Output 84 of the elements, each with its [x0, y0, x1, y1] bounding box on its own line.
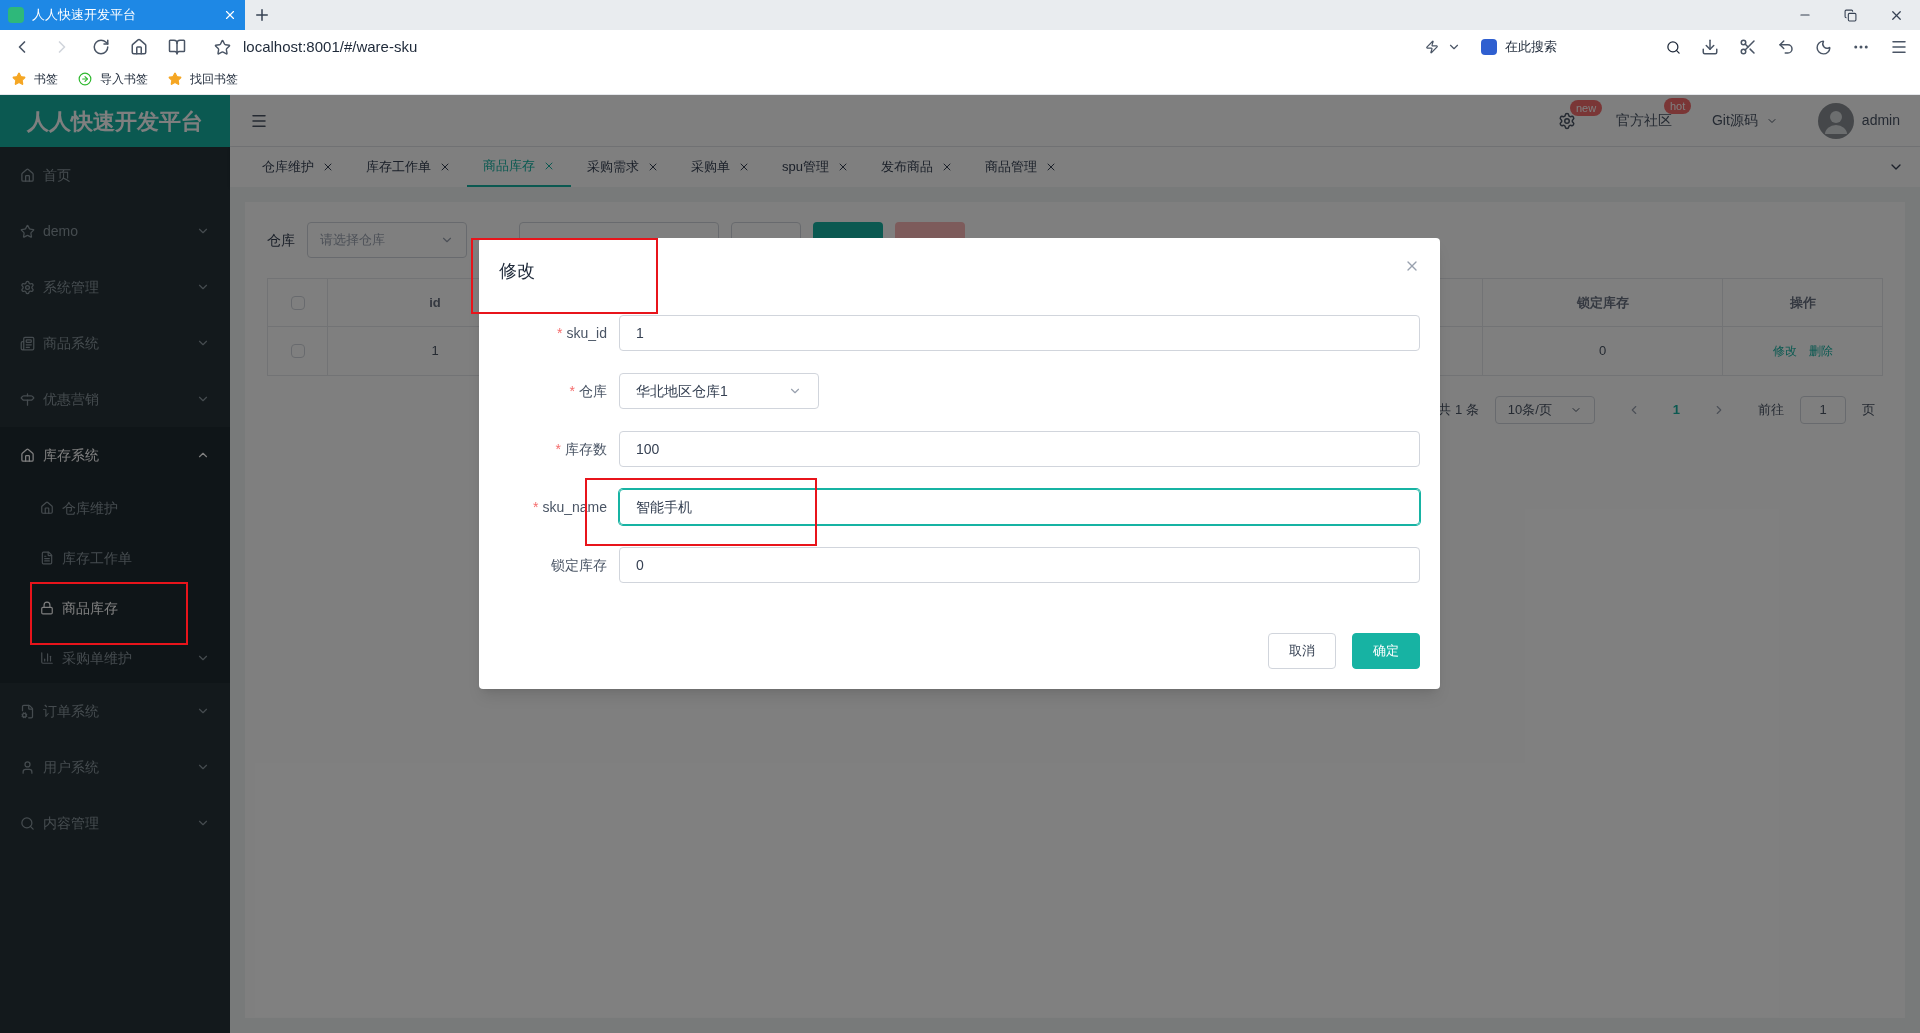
- document-icon: [40, 551, 54, 565]
- moon-icon[interactable]: [1815, 38, 1832, 56]
- menu-icon[interactable]: [1890, 38, 1908, 56]
- submenu-item[interactable]: 商品库存: [0, 583, 230, 633]
- page-tab[interactable]: 商品管理: [968, 147, 1073, 187]
- table-cell-text: 0: [1598, 342, 1607, 361]
- page-tab[interactable]: spu管理: [766, 147, 865, 187]
- download-icon[interactable]: [1701, 38, 1719, 56]
- field-label: 仓库: [267, 230, 295, 250]
- search-icon[interactable]: [1666, 39, 1681, 55]
- field-label: * sku_id: [557, 323, 607, 343]
- page-input[interactable]: 1: [1800, 396, 1846, 424]
- page-suffix: 页: [1862, 401, 1875, 420]
- confirm-button[interactable]: 确定: [1352, 633, 1420, 669]
- cancel-button[interactable]: 取消: [1268, 633, 1336, 669]
- close-icon[interactable]: [322, 161, 334, 173]
- dialog-title: 修改: [499, 260, 535, 283]
- column-header: 操作: [1789, 293, 1816, 312]
- git-source-menu[interactable]: Git源码: [1711, 110, 1778, 131]
- lock-icon: [40, 601, 54, 615]
- goto-label: 前往: [1758, 401, 1784, 420]
- home-icon: [40, 501, 54, 515]
- close-icon[interactable]: [439, 161, 451, 173]
- search-field[interactable]: 在此搜索: [1481, 37, 1681, 57]
- bookmark-link[interactable]: 找回书签: [190, 70, 238, 88]
- field-label: 锁定库存: [551, 555, 607, 575]
- row-action-link[interactable]: 删除: [1808, 342, 1833, 360]
- page-tab[interactable]: 发布商品: [864, 147, 969, 187]
- input-field[interactable]: 100: [619, 431, 1420, 467]
- newspaper-icon: [20, 335, 35, 351]
- page-number[interactable]: 1: [1656, 400, 1696, 420]
- field-label: * 仓库: [569, 381, 607, 401]
- home-icon: [20, 447, 35, 463]
- row-action-link[interactable]: 修改: [1772, 342, 1797, 360]
- bookmark-link[interactable]: 导入书签: [100, 70, 148, 88]
- address-field[interactable]: localhost:8001/#/ware-sku: [243, 35, 1405, 59]
- hot-badge: hot: [1663, 98, 1692, 114]
- close-icon[interactable]: [738, 161, 750, 173]
- undo-icon[interactable]: [1777, 38, 1795, 56]
- page-tab[interactable]: 采购需求: [571, 147, 675, 187]
- input-field[interactable]: 1: [619, 315, 1420, 351]
- user-icon: [20, 759, 35, 775]
- column-header: 锁定库存: [1576, 293, 1629, 312]
- bar-chart-icon: [40, 651, 54, 665]
- browser-tab[interactable]: 人人快速开发平台: [0, 0, 245, 30]
- arrow-circle-icon: [78, 72, 92, 86]
- new-tab-icon[interactable]: [253, 6, 271, 24]
- reload-icon[interactable]: [92, 38, 110, 56]
- home-icon: [20, 167, 35, 183]
- scissors-icon[interactable]: [1739, 38, 1757, 56]
- warehouse-select[interactable]: 华北地区仓库1: [619, 373, 819, 409]
- paw-icon: [1481, 39, 1497, 55]
- input-field[interactable]: 0: [619, 547, 1420, 583]
- column-header: id: [429, 293, 441, 312]
- file-gear-icon: [20, 703, 35, 719]
- star-icon: [168, 72, 182, 86]
- lightning-icon[interactable]: [1425, 40, 1439, 54]
- page-size-select[interactable]: 10条/页: [1494, 396, 1595, 424]
- restore-icon[interactable]: [1844, 8, 1857, 22]
- input-field[interactable]: 智能手机: [619, 489, 1420, 525]
- field-label: * 库存数: [555, 439, 607, 459]
- new-badge: new: [1569, 99, 1603, 116]
- bookmark-link[interactable]: 书签: [34, 70, 58, 88]
- menu-item[interactable]: 库存系统: [0, 427, 230, 483]
- table-cell-text: 1: [431, 342, 439, 361]
- home-icon[interactable]: [130, 38, 148, 56]
- star-icon: [12, 72, 26, 86]
- site-logo-icon: [8, 7, 24, 23]
- page-tab[interactable]: 库存工作单: [350, 147, 467, 187]
- close-icon[interactable]: [647, 161, 659, 173]
- search-icon: [20, 815, 35, 831]
- gear-icon[interactable]: [1557, 111, 1576, 130]
- app-logo: 人人快速开发平台: [27, 107, 203, 136]
- signpost-icon: [20, 391, 35, 407]
- avatar[interactable]: [1817, 102, 1854, 139]
- reader-icon[interactable]: [168, 38, 186, 56]
- close-icon[interactable]: [223, 8, 237, 22]
- user-name[interactable]: admin: [1861, 110, 1900, 131]
- page-tab[interactable]: 仓库维护: [246, 147, 350, 187]
- star-icon: [20, 223, 35, 239]
- page-tab[interactable]: 采购单: [675, 147, 766, 187]
- bookmark-star-icon[interactable]: [214, 38, 231, 56]
- community-link[interactable]: 官方社区: [1615, 112, 1672, 128]
- gear-icon: [20, 279, 35, 295]
